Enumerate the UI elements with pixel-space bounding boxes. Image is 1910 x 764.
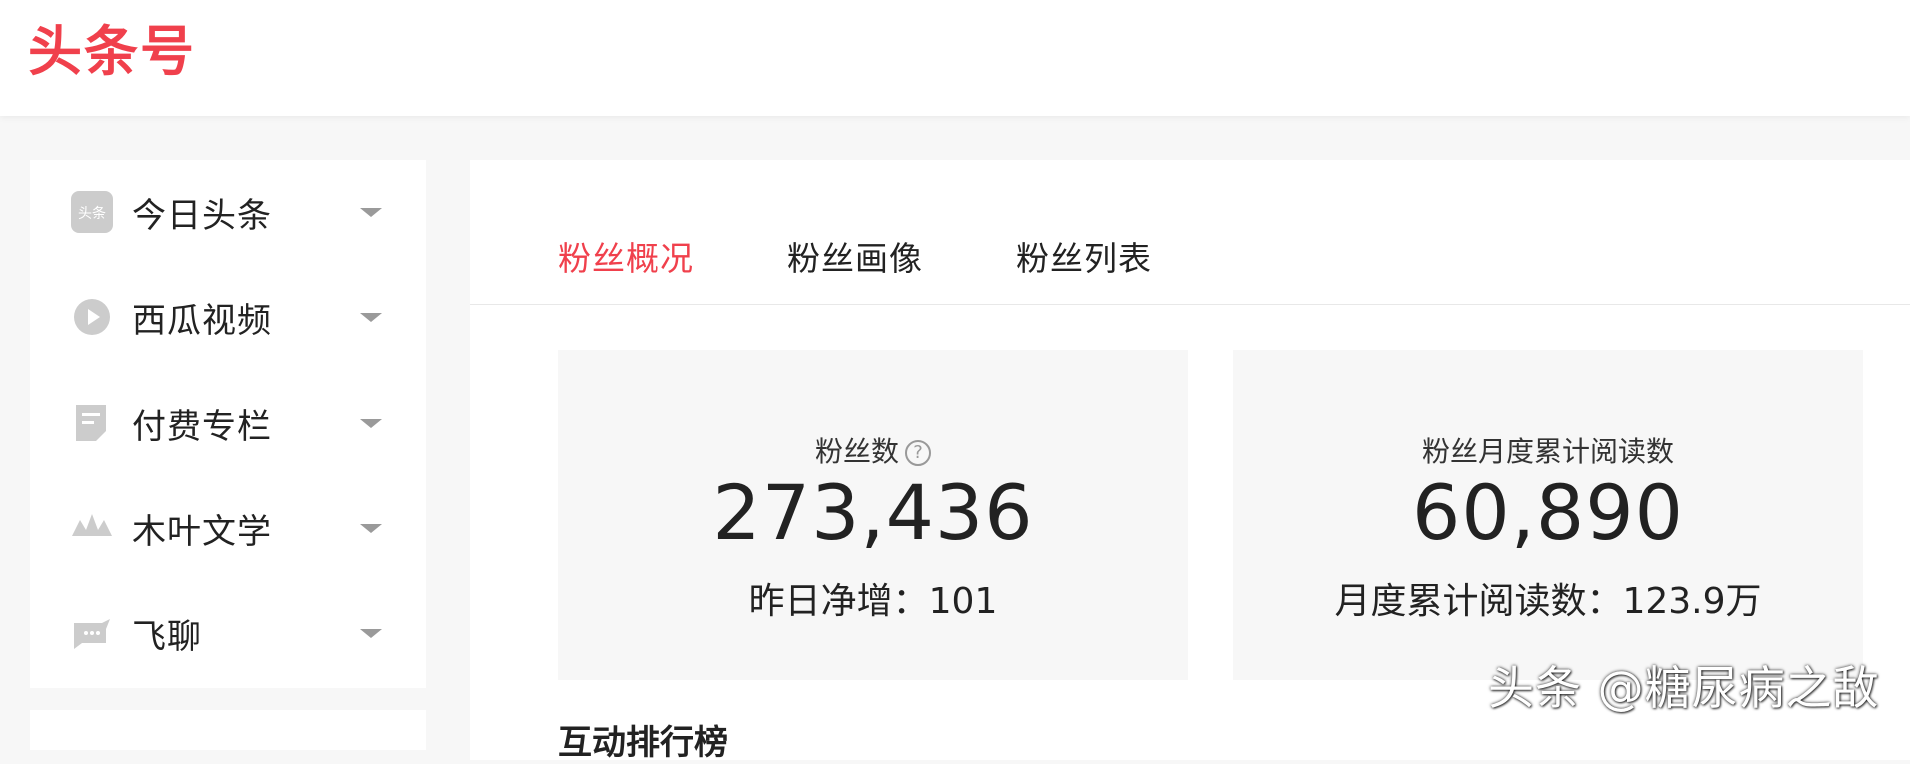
toutiaohao-logo[interactable]: 头条号 bbox=[28, 22, 196, 82]
sidebar-secondary-panel bbox=[30, 710, 426, 750]
sidebar-item-label: 今日头条 bbox=[132, 195, 272, 236]
sidebar-item-muye[interactable]: 木叶文学 bbox=[30, 493, 426, 563]
monthly-reads-card: 粉丝月度累计阅读数 60,890 月度累计阅读数：123.9万 bbox=[1233, 350, 1863, 680]
sidebar-item-label: 付费专栏 bbox=[132, 406, 272, 447]
fans-count-label: 粉丝数 bbox=[814, 435, 899, 468]
tab-fans-overview[interactable]: 粉丝概况 bbox=[558, 232, 694, 280]
section-title: 互动排行榜 bbox=[558, 723, 728, 763]
xigua-icon bbox=[70, 295, 114, 339]
sidebar-item-xigua[interactable]: 西瓜视频 bbox=[30, 282, 426, 352]
chevron-down-icon[interactable] bbox=[360, 628, 382, 638]
sidebar-item-label: 西瓜视频 bbox=[132, 300, 272, 341]
sidebar-item-label: 飞聊 bbox=[132, 616, 202, 657]
monthly-reads-label: 粉丝月度累计阅读数 bbox=[1421, 435, 1674, 468]
monthly-reads-value: 60,890 bbox=[1412, 468, 1684, 557]
sidebar-item-paid-column[interactable]: 付费专栏 bbox=[30, 388, 426, 458]
chevron-down-icon[interactable] bbox=[360, 312, 382, 322]
chevron-down-icon[interactable] bbox=[360, 207, 382, 217]
chevron-down-icon[interactable] bbox=[360, 523, 382, 533]
feiliao-icon bbox=[70, 611, 114, 655]
sidebar: 头条 今日头条 西瓜视频 付费专栏 木叶文学 飞聊 bbox=[30, 160, 426, 688]
tab-bar: 粉丝概况 粉丝画像 粉丝列表 bbox=[470, 160, 1910, 305]
toutiao-icon: 头条 bbox=[70, 190, 114, 234]
help-icon[interactable]: ? bbox=[905, 440, 931, 466]
watermark: 头条 @糖尿病之敌 bbox=[1488, 661, 1880, 715]
tab-fans-profile[interactable]: 粉丝画像 bbox=[787, 232, 923, 280]
sidebar-item-toutiao[interactable]: 头条 今日头条 bbox=[30, 177, 426, 247]
top-bar: 头条号 bbox=[0, 0, 1910, 116]
sidebar-item-feiliao[interactable]: 飞聊 bbox=[30, 598, 426, 668]
fans-count-card: 粉丝数? 273,436 昨日净增：101 bbox=[558, 350, 1188, 680]
sidebar-item-label: 木叶文学 bbox=[132, 511, 272, 552]
muye-literature-icon bbox=[70, 506, 114, 550]
svg-text:头条: 头条 bbox=[78, 205, 106, 222]
fans-count-value: 273,436 bbox=[712, 468, 1034, 557]
card-title: 粉丝数? bbox=[558, 430, 1188, 470]
monthly-total-reads: 月度累计阅读数：123.9万 bbox=[1334, 581, 1762, 622]
fans-net-increase: 昨日净增：101 bbox=[748, 581, 998, 622]
paid-column-icon bbox=[70, 401, 114, 445]
tab-fans-list[interactable]: 粉丝列表 bbox=[1016, 232, 1152, 280]
chevron-down-icon[interactable] bbox=[360, 418, 382, 428]
